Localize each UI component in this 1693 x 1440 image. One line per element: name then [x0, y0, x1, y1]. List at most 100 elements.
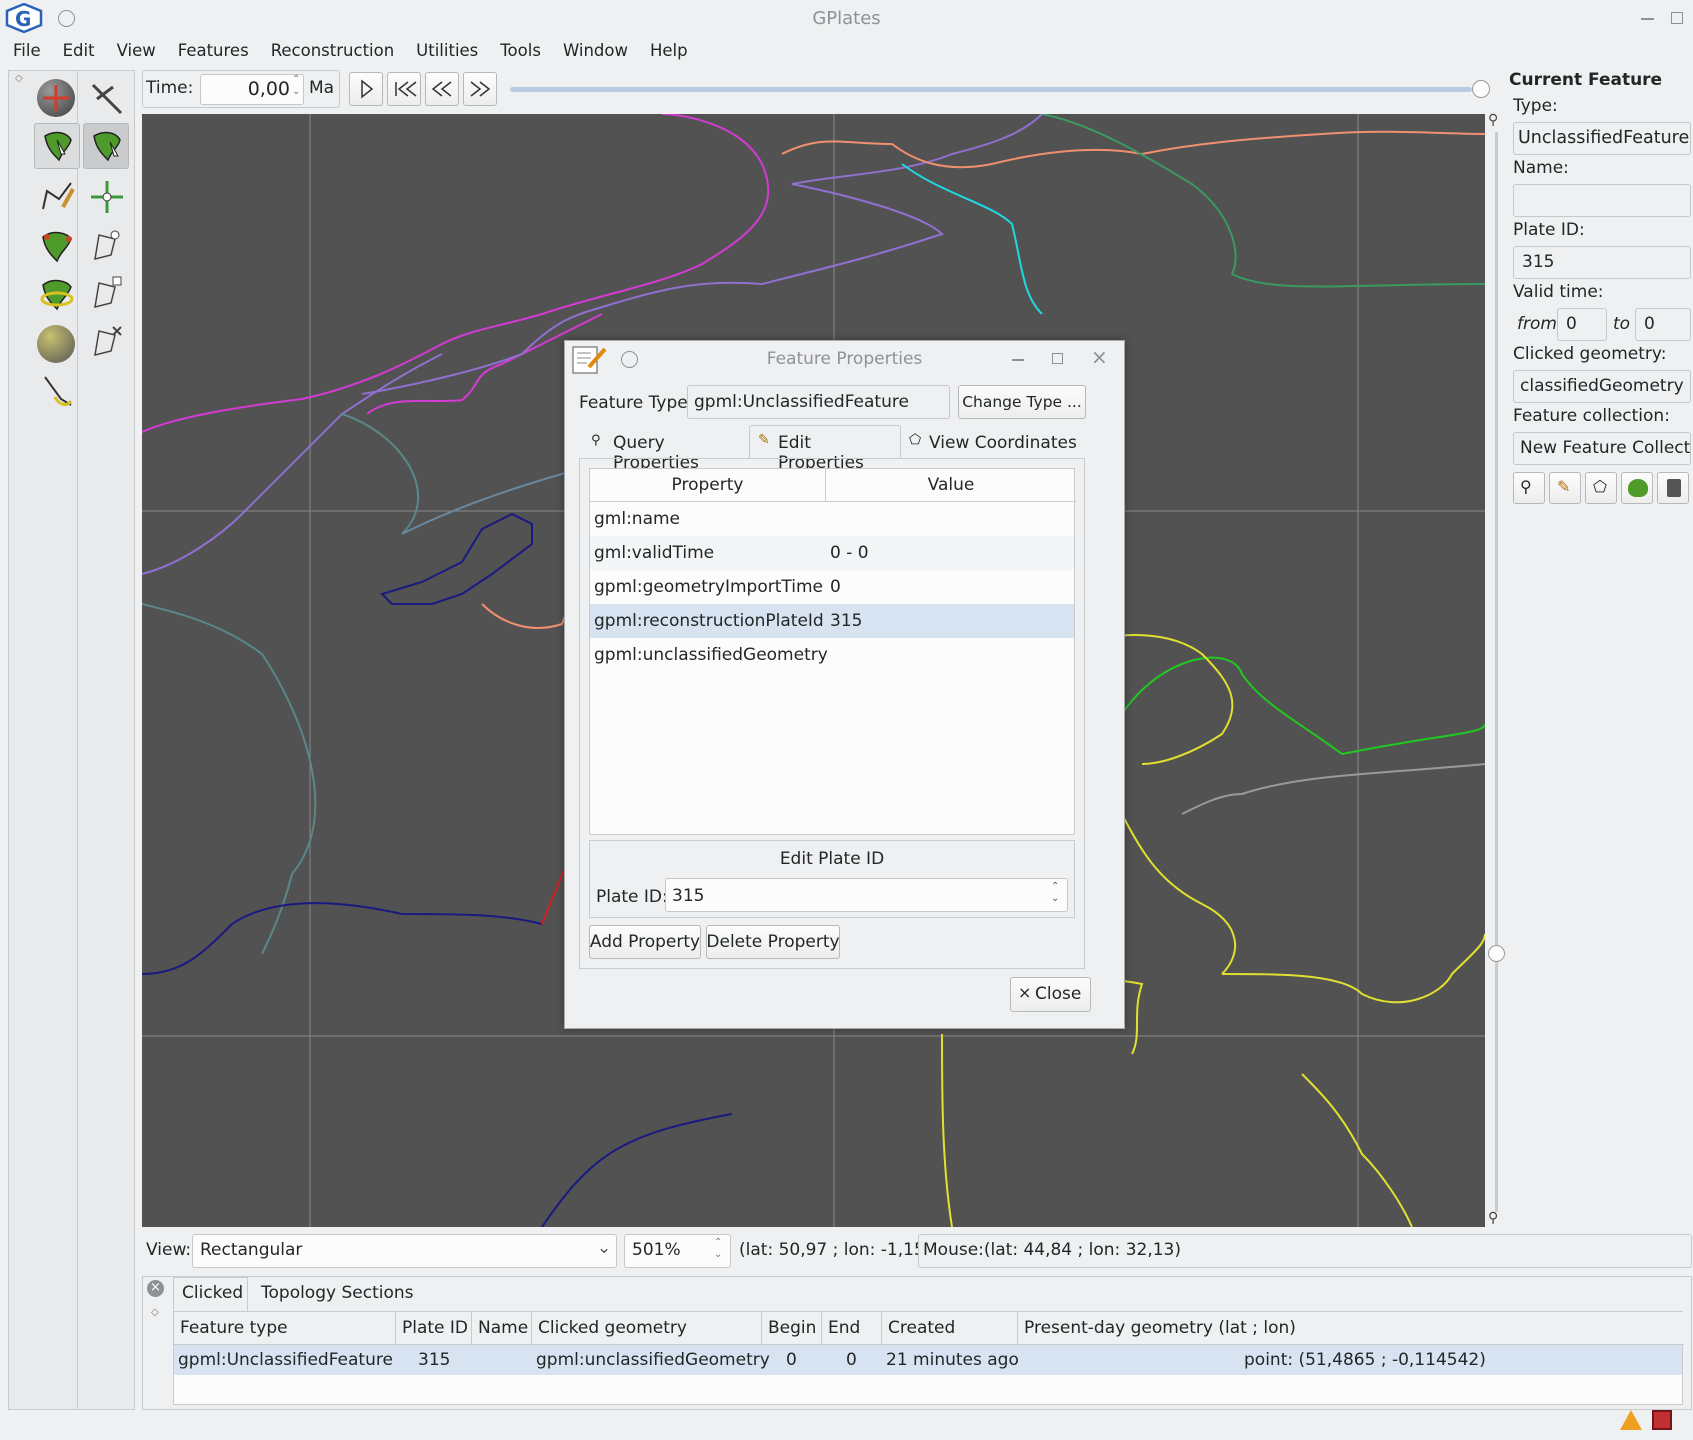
save-icon[interactable] — [1652, 1410, 1672, 1430]
menu-file[interactable]: File — [0, 38, 50, 60]
zoom-value: 501% — [632, 1240, 681, 1260]
spin-arrows-icon[interactable]: ⌃ ⌄ — [292, 74, 300, 98]
minimize-icon[interactable] — [1641, 18, 1654, 20]
col-created[interactable]: Created — [882, 1312, 1018, 1345]
cell-present-day: point: (51,4865 ; -0,114542) — [1244, 1350, 1486, 1370]
col-property[interactable]: Property — [590, 469, 826, 502]
menu-reconstruction[interactable]: Reconstruction — [258, 38, 403, 60]
close-x-icon: × — [1018, 983, 1032, 1002]
cell-begin: 0 — [786, 1350, 797, 1370]
property-name: gml:validTime — [594, 543, 715, 563]
table-row[interactable]: gpml:UnclassifiedFeature 315 gpml:unclas… — [174, 1345, 1682, 1375]
reconstruction-pole-button[interactable] — [1621, 472, 1653, 504]
palette-handle-icon: ◇ — [15, 73, 23, 84]
plate-id-value: 315 — [1522, 252, 1555, 272]
edit-feature-button[interactable]: ✎ — [1549, 472, 1581, 504]
tab-topology-sections[interactable]: Topology Sections — [261, 1283, 414, 1303]
type-value: UnclassifiedFeature — [1518, 128, 1690, 148]
delete-vertex-tool-icon[interactable] — [87, 273, 127, 313]
zoom-in-icon[interactable]: ⚲ — [1488, 112, 1498, 128]
col-present-day[interactable]: Present-day geometry (lat ; lon) — [1018, 1312, 1684, 1345]
col-clicked-geometry[interactable]: Clicked geometry — [532, 1312, 762, 1345]
view-bar: View: Rectangular ⌄ 501% ⌃ ⌄ (lat: 50,97 … — [142, 1232, 1692, 1270]
digitise-polyline-tool-icon[interactable] — [37, 177, 77, 217]
edit-topology-tool-icon[interactable] — [37, 273, 77, 313]
plate-spin-arrows-icon[interactable]: ⌃ ⌄ — [1051, 881, 1059, 905]
zoom-globe-tool-icon[interactable] — [87, 79, 127, 119]
time-slider-track[interactable] — [510, 87, 1472, 92]
measure-distance-tool-icon[interactable] — [37, 325, 75, 363]
tab-view-coordinates[interactable]: ⬠ View Coordinates — [905, 429, 1085, 459]
bottom-panel: × ◇ Clicked Topology Sections Feature ty… — [142, 1276, 1692, 1410]
feature-collection-value: New Feature Collect — [1520, 438, 1691, 458]
step-forward-button[interactable] — [463, 72, 497, 106]
panel-float-icon[interactable]: ◇ — [151, 1307, 159, 1318]
col-begin[interactable]: Begin — [762, 1312, 822, 1345]
cell-feature-type: gpml:UnclassifiedFeature — [178, 1350, 393, 1370]
property-table: Property Value gml:name gml:validTime 0 -… — [589, 468, 1076, 835]
cell-clicked-geometry: gpml:unclassifiedGeometry — [536, 1350, 770, 1370]
tab-view-label: View Coordinates — [929, 433, 1077, 453]
title-bar: G GPlates × — [0, 0, 1693, 38]
drag-globe-tool-icon[interactable] — [37, 79, 75, 117]
split-feature-tool-icon[interactable] — [87, 321, 127, 361]
insert-vertex-tool-icon[interactable] — [87, 225, 127, 265]
dialog-maximize-icon[interactable] — [1052, 353, 1063, 364]
menu-window[interactable]: Window — [550, 38, 637, 60]
table-row[interactable]: gpml:geometryImportTime 0 — [590, 570, 1074, 604]
zoom-out-icon[interactable]: ⚲ — [1488, 1210, 1498, 1226]
menu-help[interactable]: Help — [637, 38, 697, 60]
small-circle-tool-icon[interactable] — [37, 371, 77, 411]
col-plate-id[interactable]: Plate ID — [396, 1312, 472, 1345]
col-feature-type[interactable]: Feature type — [174, 1312, 396, 1345]
plate-id-spinbox[interactable] — [665, 878, 1068, 912]
play-button[interactable] — [349, 72, 383, 106]
plate-id-field: 315 — [1513, 246, 1691, 279]
step-back-button[interactable] — [425, 72, 459, 106]
build-topology-tool-icon[interactable] — [37, 225, 77, 265]
move-vertex-tool-icon[interactable] — [87, 177, 127, 217]
tab-query-properties[interactable]: ⚲ Query Properties — [583, 429, 753, 473]
dialog-minimize-icon[interactable] — [1012, 359, 1024, 361]
valid-time-label: Valid time: — [1513, 282, 1604, 302]
time-slider-handle[interactable] — [1472, 80, 1490, 98]
maximize-icon[interactable] — [1671, 12, 1683, 24]
clicked-table: Feature type Plate ID Name Clicked geome… — [173, 1311, 1684, 1405]
table-row[interactable]: gml:validTime 0 - 0 — [590, 536, 1074, 570]
table-row-selected[interactable]: gpml:reconstructionPlateId 315 — [590, 604, 1074, 638]
to-label: to — [1613, 314, 1631, 334]
menu-edit[interactable]: Edit — [50, 38, 104, 60]
delete-feature-button[interactable] — [1657, 472, 1689, 504]
zoom-slider-handle[interactable] — [1488, 945, 1505, 962]
warning-icon[interactable] — [1620, 1410, 1642, 1430]
to-value: 0 — [1644, 314, 1655, 334]
query-feature-button[interactable]: ⚲ — [1513, 472, 1545, 504]
menu-tools[interactable]: Tools — [487, 38, 550, 60]
col-end[interactable]: End — [822, 1312, 882, 1345]
zoom-slider-track[interactable] — [1495, 132, 1498, 1212]
zoom-spin-arrows-icon[interactable]: ⌃ ⌄ — [714, 1237, 722, 1261]
table-row[interactable]: gml:name — [590, 502, 1074, 536]
cell-end: 0 — [846, 1350, 857, 1370]
col-value[interactable]: Value — [826, 469, 1076, 502]
feature-collection-label: Feature collection: — [1513, 406, 1670, 426]
choose-feature-tool-icon[interactable] — [34, 123, 80, 169]
tab-edit-properties[interactable]: ✎ Edit Properties — [749, 425, 901, 473]
table-row[interactable]: gpml:unclassifiedGeometry — [590, 638, 1074, 672]
col-name[interactable]: Name — [472, 1312, 532, 1345]
reset-to-start-button[interactable] — [387, 72, 421, 106]
time-unit: Ma — [309, 78, 335, 98]
dialog-plate-id-value: 315 — [672, 886, 705, 906]
menu-utilities[interactable]: Utilities — [403, 38, 487, 60]
property-name: gpml:unclassifiedGeometry — [594, 645, 828, 665]
menu-view[interactable]: View — [104, 38, 165, 60]
close-panel-icon[interactable]: × — [147, 1280, 164, 1297]
cell-created: 21 minutes ago — [886, 1350, 1019, 1370]
feature-properties-dialog: Feature Properties × Feature Type: gpml:… — [564, 340, 1125, 1029]
chevron-down-icon[interactable]: ⌄ — [597, 1238, 611, 1258]
dialog-close-icon[interactable]: × — [1091, 345, 1108, 369]
dialog-plate-id-label: Plate ID: — [596, 887, 668, 907]
choose-feature-clicked-tool-icon[interactable] — [83, 123, 129, 169]
digitise-feature-button[interactable]: ⬠ — [1585, 472, 1617, 504]
menu-features[interactable]: Features — [165, 38, 258, 60]
